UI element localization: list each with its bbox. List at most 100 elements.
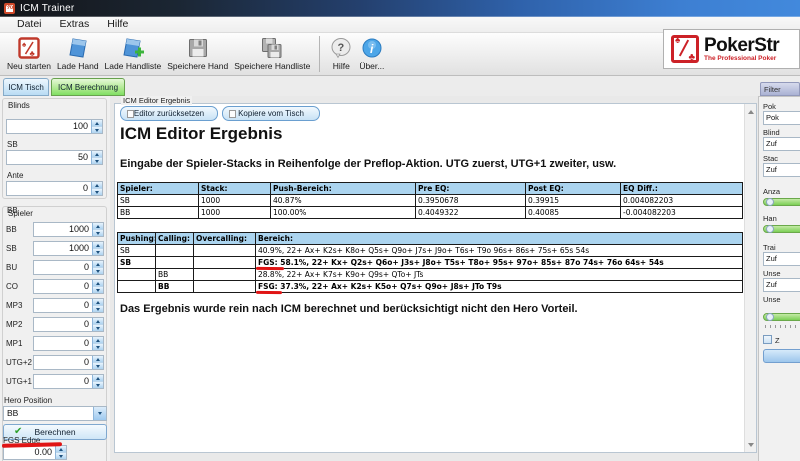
tab-filter[interactable]: Filter: [760, 82, 800, 96]
toolbar-label: Lade Handliste: [105, 61, 162, 71]
sb-blind-input[interactable]: 50: [6, 150, 103, 165]
ante-input[interactable]: 0: [6, 181, 103, 196]
sb-blind-spinner[interactable]: [91, 151, 102, 164]
stack-utg2-label: UTG+2: [6, 358, 32, 367]
filter-label: Trai: [763, 243, 776, 252]
range-table: Pushing: Calling: Overcalling: Bereich: …: [117, 232, 743, 293]
stack-sb-spinner[interactable]: [92, 242, 103, 255]
save-hand-icon: [186, 35, 210, 60]
stack-bb-input[interactable]: 1000: [33, 222, 104, 237]
titlebar[interactable]: ICM Trainer: [0, 0, 800, 17]
stack-utg1-label: UTG+1: [6, 377, 32, 386]
tab-icm-berechnung[interactable]: ICM Berechnung: [51, 78, 125, 96]
stack-utg2-spinner[interactable]: [92, 356, 103, 369]
menu-datei[interactable]: Datei: [8, 17, 51, 32]
editor-group-title: ICM Editor Ergebnis: [121, 96, 192, 105]
stack-mp1-input[interactable]: 0: [33, 336, 104, 351]
help-button[interactable]: ? Hilfe: [326, 35, 356, 75]
tab-icm-tisch[interactable]: ICM Tisch: [3, 78, 49, 96]
toolbar-label: Speichere Hand: [167, 61, 228, 71]
filter-button[interactable]: [763, 349, 800, 363]
about-button[interactable]: i Über...: [356, 35, 387, 75]
chevron-down-icon[interactable]: [93, 407, 106, 420]
stack-bu-spinner[interactable]: [92, 261, 103, 274]
filter-label: Anza: [763, 187, 780, 196]
main-scrollbar[interactable]: [744, 104, 756, 452]
new-session-button[interactable]: ♠ ♣ Neu starten: [4, 35, 54, 75]
editor-reset-button[interactable]: Editor zurücksetzen: [120, 106, 218, 121]
fgs-edge-spinner[interactable]: [55, 446, 66, 459]
load-hand-button[interactable]: Lade Hand: [54, 35, 102, 75]
pokerstrategy-logo: ♠♣ PokerStr The Professional Poker: [663, 29, 800, 69]
menu-hilfe[interactable]: Hilfe: [98, 17, 137, 32]
stack-mp2-spinner[interactable]: [92, 318, 103, 331]
logo-name: PokerStr: [704, 36, 779, 55]
annotation-underline-fsg-range: [256, 291, 282, 294]
load-handlist-icon: [121, 35, 145, 60]
table-header-row: Pushing: Calling: Overcalling: Bereich:: [118, 233, 743, 245]
toolbar-label: Neu starten: [7, 61, 51, 71]
annotation-underline-fgs-range: [256, 267, 284, 270]
stack-bu-input[interactable]: 0: [33, 260, 104, 275]
restart-icon: ♠ ♣: [17, 35, 41, 60]
stack-utg1-input[interactable]: 0: [33, 374, 104, 389]
filter-select[interactable]: Zuf: [763, 252, 800, 266]
menu-extras[interactable]: Extras: [51, 17, 99, 32]
save-handlist-button[interactable]: Speichere Handliste: [231, 35, 313, 75]
filter-label: Stac: [763, 154, 778, 163]
table-row: BB 28.8%, 22+ Ax+ K7s+ K9o+ Q9s+ QTo+ JT…: [118, 269, 743, 281]
stack-co-spinner[interactable]: [92, 280, 103, 293]
filter-select[interactable]: Zuf: [763, 278, 800, 292]
filter-select[interactable]: Zuf: [763, 137, 800, 151]
table-row-fgs: SB FGS: 58.1%, 22+ Kx+ Q2s+ Q6o+ J3s+ J8…: [118, 257, 743, 269]
slider-ticks: [765, 325, 800, 328]
bb-blind-spinner[interactable]: [91, 120, 102, 133]
filter-panel: Pok Pok Blind Zuf Stac Zuf Anza Han Trai…: [758, 96, 800, 461]
app-icon: [4, 3, 15, 14]
stack-bb-label: BB: [6, 225, 17, 234]
stack-utg1-spinner[interactable]: [92, 375, 103, 388]
filter-select[interactable]: Pok: [763, 111, 800, 125]
stack-mp1-spinner[interactable]: [92, 337, 103, 350]
toolbar-label: Über...: [359, 61, 384, 71]
filter-label: Blind: [763, 128, 780, 137]
bb-blind-input[interactable]: 100: [6, 119, 103, 134]
stack-mp3-spinner[interactable]: [92, 299, 103, 312]
stack-utg2-input[interactable]: 0: [33, 355, 104, 370]
svg-text:?: ?: [338, 42, 345, 54]
stack-bb-spinner[interactable]: [92, 223, 103, 236]
page-icon: [229, 110, 236, 118]
load-handlist-button[interactable]: Lade Handliste: [102, 35, 165, 75]
pokerstrategy-logo-icon: ♠♣: [671, 35, 699, 63]
icm-trainer-window: ICM Trainer Datei Extras Hilfe ♠ ♣ Neu s…: [0, 0, 800, 461]
page-title: ICM Editor Ergebnis: [120, 124, 282, 144]
filter-checkbox-label: Z: [775, 336, 780, 345]
result-note: Das Ergebnis wurde rein nach ICM berechn…: [120, 303, 578, 315]
stack-sb-label: SB: [6, 244, 17, 253]
stack-mp3-input[interactable]: 0: [33, 298, 104, 313]
spieler-group-title: Spieler: [8, 209, 33, 218]
toolbar-label: Speichere Handliste: [234, 61, 310, 71]
save-hand-button[interactable]: Speichere Hand: [164, 35, 231, 75]
scroll-up-icon[interactable]: [745, 105, 756, 118]
stack-co-label: CO: [6, 282, 18, 291]
stack-mp2-label: MP2: [6, 320, 22, 329]
stack-mp1-label: MP1: [6, 339, 22, 348]
stack-mp2-input[interactable]: 0: [33, 317, 104, 332]
scroll-down-icon[interactable]: [745, 438, 756, 451]
sb-blind-label: SB: [7, 140, 18, 149]
ante-spinner[interactable]: [91, 182, 102, 195]
table-row: BB 1000 100.00% 0.4049322 0.40085 -0.004…: [118, 207, 743, 219]
hero-position-select[interactable]: BB: [3, 406, 107, 421]
filter-select[interactable]: Zuf: [763, 163, 800, 177]
filter-label: Pok: [763, 102, 776, 111]
stack-sb-input[interactable]: 1000: [33, 241, 104, 256]
filter-label: Unse: [763, 269, 781, 278]
filter-slider[interactable]: [763, 198, 800, 206]
filter-checkbox[interactable]: [763, 335, 772, 344]
filter-slider[interactable]: [763, 225, 800, 233]
filter-slider[interactable]: [763, 313, 800, 321]
stack-co-input[interactable]: 0: [33, 279, 104, 294]
stack-mp3-label: MP3: [6, 301, 22, 310]
copy-from-table-button[interactable]: Kopiere vom Tisch: [222, 106, 320, 121]
